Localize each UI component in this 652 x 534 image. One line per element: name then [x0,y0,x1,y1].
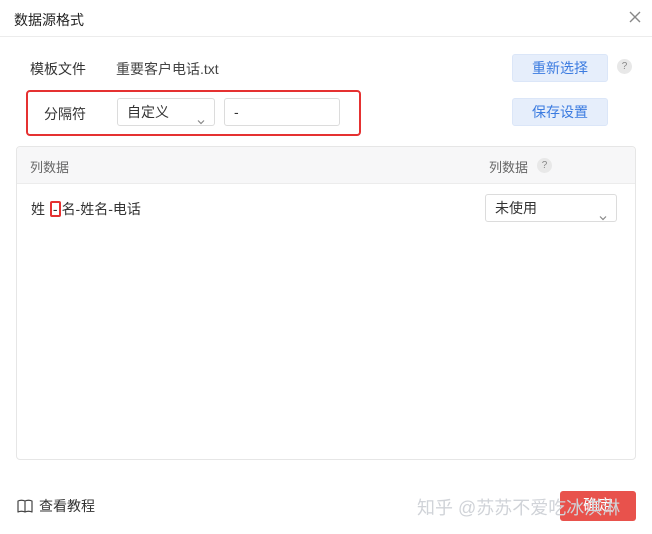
column-type-header: 列数据 [489,160,529,175]
separator-mode-select[interactable]: 自定义 [117,98,215,126]
column-usage-select[interactable]: 未使用 [485,194,617,222]
template-file-name: 重要客户电话.txt [116,61,219,77]
help-icon[interactable]: ? [617,59,632,74]
row-text-after: 名-姓名-电话 [61,201,141,217]
watermark-text: 知乎 @苏苏不爱吃冰淇淋 [417,498,621,518]
chevron-down-icon [197,108,205,125]
close-icon[interactable] [626,8,644,26]
custom-separator-input[interactable]: - [224,98,340,126]
template-file-label: 模板文件 [30,61,86,77]
view-tutorial-link[interactable]: 查看教程 [17,496,95,516]
dialog-title: 数据源格式 [14,12,84,28]
reselect-button[interactable]: 重新选择 [512,54,608,82]
help-icon[interactable]: ? [537,158,552,173]
titlebar: 数据源格式 [0,0,652,37]
data-source-format-dialog: 数据源格式 模板文件 重要客户电话.txt 重新选择 ? 分隔符 自定义 - 保… [0,0,652,534]
column-usage-value: 未使用 [495,200,537,216]
chevron-down-icon [599,204,607,221]
view-tutorial-label: 查看教程 [39,498,95,514]
separator-highlight-mark: - [49,201,61,217]
panel-header: 列数据 列数据 ? [17,147,635,184]
save-settings-button[interactable]: 保存设置 [512,98,608,126]
separator-mode-value: 自定义 [127,104,169,120]
table-row: 姓 - 名-姓名-电话 [31,199,141,219]
row-text-before: 姓 [31,201,45,217]
column-data-header: 列数据 [30,160,70,175]
book-icon [17,499,33,513]
separator-label: 分隔符 [44,106,86,122]
